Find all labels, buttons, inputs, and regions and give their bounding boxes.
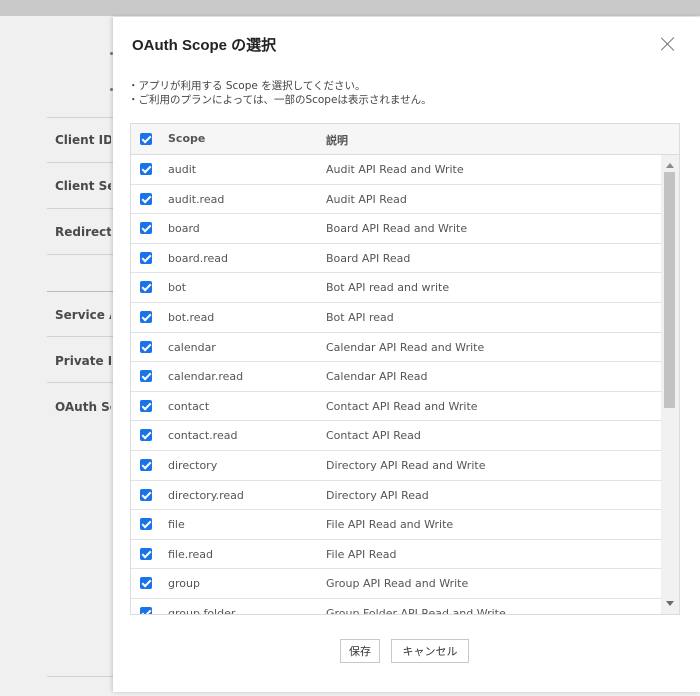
table-row[interactable]: file File API Read and Write [131,510,661,540]
note-line: ・ご利用のプランによっては、一部のScopeは表示されません。 [128,94,432,106]
scope-description: Group API Read and Write [326,577,469,591]
scope-description: Directory API Read [326,488,429,502]
scope-checkbox[interactable] [140,251,152,264]
scope-name: contact.read [168,429,238,443]
table-row[interactable]: group Group API Read and Write [131,569,661,599]
table-row[interactable]: group.folder Group Folder API Read and Wr… [131,599,661,614]
modal-notes: ・アプリが利用する Scope を選択してください。 ・ご利用のプランによっては… [128,79,432,107]
cancel-button[interactable]: キャンセル [391,639,469,663]
scope-checkbox[interactable] [140,547,152,560]
scope-checkbox[interactable] [140,606,152,614]
table-row[interactable]: directory.read Directory API Read [131,481,661,511]
bg-label-private-key: Private Key [55,354,111,368]
background-topbar [0,0,700,16]
scope-name: calendar [168,340,216,354]
scope-name: file.read [168,547,214,561]
scroll-down-icon[interactable] [666,601,674,606]
scope-name: board.read [168,251,229,265]
save-button[interactable]: 保存 [340,639,380,663]
scope-name: group [168,577,200,591]
scope-description: Calendar API Read and Write [326,340,485,354]
table-row[interactable]: audit.read Audit API Read [131,185,661,215]
scope-name: directory.read [168,488,244,502]
table-row[interactable]: bot.read Bot API read [131,303,661,333]
scope-name: group.folder [168,606,236,614]
scope-name: audit [168,163,197,176]
background-divider [47,291,117,292]
scope-checkbox[interactable] [140,310,152,323]
scope-checkbox[interactable] [140,340,152,353]
scroll-up-icon[interactable] [666,163,674,168]
column-header-description: 説明 [326,134,348,147]
scope-checkbox[interactable] [140,222,152,235]
table-row[interactable]: audit Audit API Read and Write [131,155,661,185]
table-scrollbar[interactable] [661,155,679,614]
table-row[interactable]: board Board API Read and Write [131,214,661,244]
scope-checkbox[interactable] [140,429,152,442]
scope-description: Contact API Read [326,429,421,443]
scope-description: File API Read and Write [326,518,454,532]
scope-name: audit.read [168,192,225,206]
table-row[interactable]: calendar Calendar API Read and Write [131,333,661,363]
scope-table: Scope 説明 audit Audit API Read and Write au… [130,123,680,615]
table-row[interactable]: directory Directory API Read and Write [131,451,661,481]
note-line: ・アプリが利用する Scope を選択してください。 [128,80,366,92]
scope-name: contact [168,399,210,413]
scope-description: Board API Read and Write [326,222,468,236]
scope-checkbox[interactable] [140,281,152,294]
scope-description: File API Read [326,547,397,561]
scope-name: file [168,518,185,532]
scope-description: Directory API Read and Write [326,458,486,472]
background-divider [47,336,117,337]
scope-checkbox[interactable] [140,370,152,383]
scope-name: directory [168,458,218,472]
bg-label-client-id: Client ID [55,133,111,147]
table-row[interactable]: file.read File API Read [131,540,661,570]
table-body: audit Audit API Read and Write audit.read A… [131,155,661,614]
scope-checkbox[interactable] [140,163,152,175]
scope-description: Calendar API Read [326,370,428,384]
oauth-scope-modal: OAuth Scope の選択 ・アプリが利用する Scope を選択してくださ… [113,17,700,692]
scope-name: bot.read [168,310,215,324]
scope-description: Audit API Read [326,192,407,206]
scope-checkbox[interactable] [140,488,152,501]
table-row[interactable]: bot Bot API read and write [131,273,661,303]
background-divider [47,208,117,209]
scope-checkbox[interactable] [140,577,152,590]
background-divider [47,117,117,118]
bg-label-client-secret: Client Secret [55,179,111,193]
select-all-checkbox[interactable] [140,133,152,145]
scope-checkbox[interactable] [140,399,152,412]
table-row[interactable]: calendar.read Calendar API Read [131,362,661,392]
table-row[interactable]: contact.read Contact API Read [131,421,661,451]
bg-label-service-account: Service Account [55,308,111,322]
background-divider [47,676,117,677]
background-divider [47,382,117,383]
scope-checkbox[interactable] [140,458,152,471]
scope-name: bot [168,281,187,295]
scroll-thumb[interactable] [664,172,675,408]
modal-title: OAuth Scope の選択 [132,37,277,54]
table-row[interactable]: board.read Board API Read [131,244,661,274]
background-divider [47,254,117,255]
close-icon[interactable] [659,35,677,53]
scope-description: Group Folder API Read and Write [326,606,506,614]
scope-description: Board API Read [326,251,411,265]
table-header: Scope 説明 [131,124,679,155]
scope-description: Audit API Read and Write [326,163,464,176]
scope-description: Bot API read [326,310,394,324]
table-row[interactable]: contact Contact API Read and Write [131,392,661,422]
scope-name: calendar.read [168,370,244,384]
bg-label-oauth-scopes: OAuth Scopes [55,400,111,414]
scope-name: board [168,222,200,236]
column-header-scope: Scope [168,132,206,145]
scope-description: Contact API Read and Write [326,399,478,413]
scope-checkbox[interactable] [140,192,152,205]
scope-description: Bot API read and write [326,281,450,295]
bg-label-redirect-url: Redirect URL [55,225,111,239]
background-divider [47,162,117,163]
scope-checkbox[interactable] [140,518,152,531]
